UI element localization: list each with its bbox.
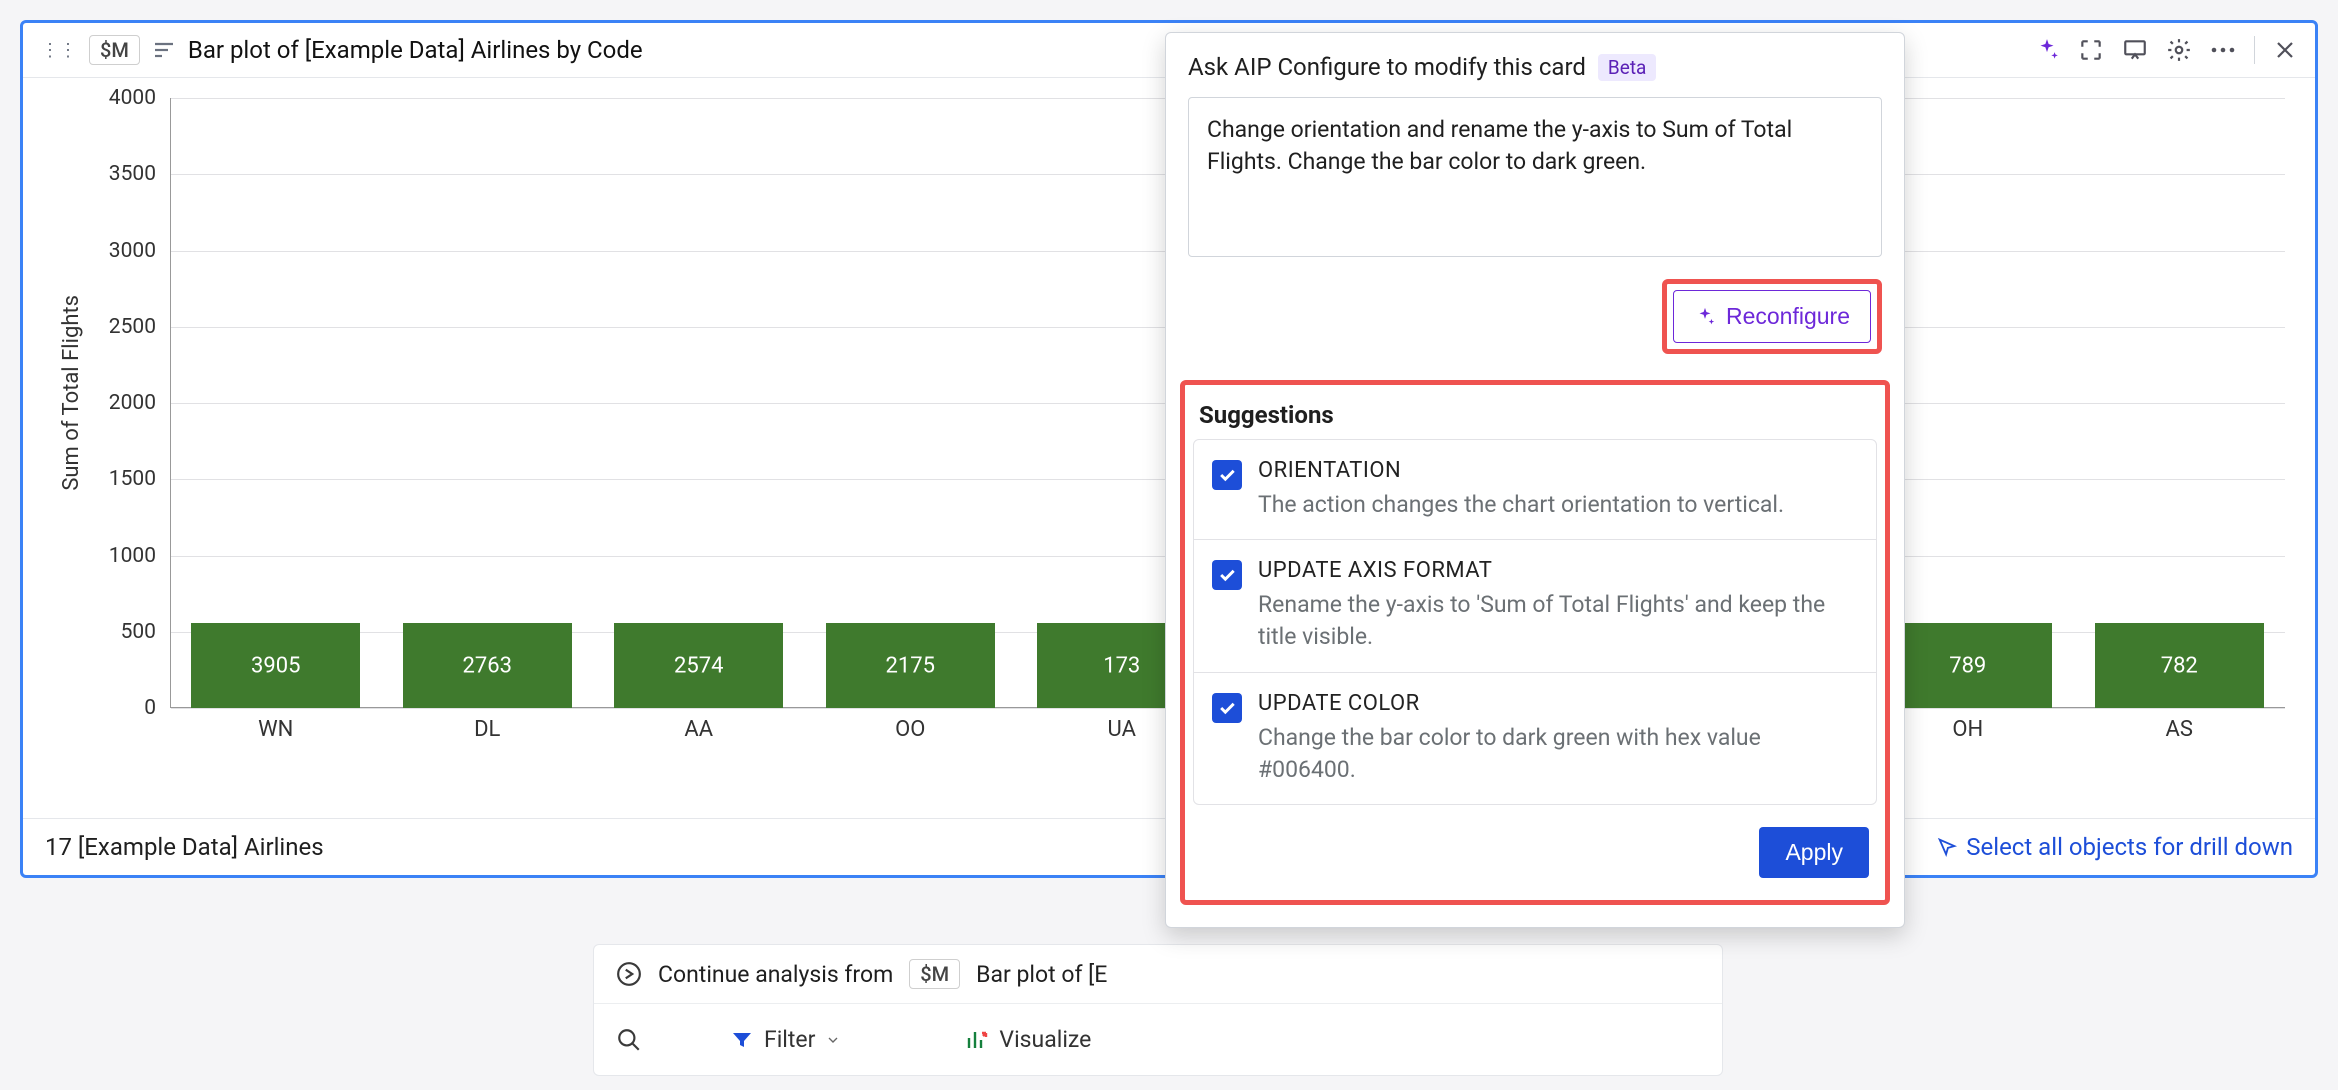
bar-slot: 2175OO (805, 623, 1017, 708)
y-tick: 500 (90, 620, 164, 644)
gear-icon[interactable] (2166, 37, 2192, 63)
y-tick: 1500 (90, 467, 164, 491)
reconfigure-button[interactable]: Reconfigure (1673, 290, 1871, 343)
bar-value-label: 782 (2161, 653, 2198, 678)
y-tick: 0 (90, 696, 164, 720)
x-tick: AA (593, 717, 805, 742)
x-tick: OO (805, 717, 1017, 742)
prompt-input[interactable]: Change orientation and rename the y-axis… (1188, 97, 1882, 257)
checkbox-icon[interactable] (1212, 460, 1242, 490)
y-axis-label: Sum of Total Flights (53, 295, 90, 491)
bar-value-label: 2574 (674, 653, 723, 678)
cursor-icon (1936, 836, 1958, 858)
y-tick: 2500 (90, 315, 164, 339)
bar[interactable]: 782 (2095, 623, 2264, 708)
continue-arrow-icon (616, 961, 642, 987)
checkbox-icon[interactable] (1212, 693, 1242, 723)
bar[interactable]: 2763 (403, 623, 572, 708)
bar-slot: 2763DL (382, 623, 594, 708)
y-tick: 4000 (90, 86, 164, 110)
bar-value-label: 3905 (251, 653, 300, 678)
visualize-button[interactable]: Visualize (949, 1018, 1107, 1061)
filter-button[interactable]: Filter (714, 1018, 857, 1061)
suggestion-item[interactable]: UPDATE AXIS FORMAT Rename the y-axis to … (1194, 540, 1876, 672)
y-tick: 3000 (90, 239, 164, 263)
select-all-text: Select all objects for drill down (1966, 833, 2293, 861)
ai-sparkle-icon[interactable] (2034, 37, 2060, 63)
drag-handle-icon[interactable]: ⋮⋮ (41, 40, 77, 61)
aip-configure-popover: Ask AIP Configure to modify this card Be… (1165, 32, 1905, 928)
currency-pill[interactable]: $M (89, 35, 140, 65)
bar-slot: 782AS (2074, 623, 2286, 708)
suggestion-item[interactable]: UPDATE COLOR Change the bar color to dar… (1194, 673, 1876, 804)
analysis-pill[interactable]: $M (909, 959, 960, 989)
select-all-link[interactable]: Select all objects for drill down (1936, 833, 2293, 861)
divider (2254, 36, 2255, 64)
sort-bars-icon[interactable] (152, 38, 176, 62)
suggestions-panel: Suggestions ORIENTATION The action chang… (1180, 380, 1890, 905)
visualize-label: Visualize (999, 1026, 1091, 1053)
bar-value-label: 2175 (886, 653, 935, 678)
chart-up-icon (965, 1028, 989, 1052)
present-icon[interactable] (2122, 37, 2148, 63)
bar[interactable]: 789 (1883, 623, 2052, 708)
x-tick: AS (2074, 717, 2286, 742)
y-tick: 2000 (90, 391, 164, 415)
header-actions (2034, 36, 2297, 64)
sparkle-icon (1694, 306, 1716, 328)
apply-button[interactable]: Apply (1759, 827, 1869, 878)
bar-value-label: 2763 (463, 653, 512, 678)
bar[interactable]: 2175 (826, 623, 995, 708)
suggestions-title: Suggestions (1193, 393, 1877, 439)
y-tick: 3500 (90, 162, 164, 186)
continue-label: Continue analysis from (658, 961, 893, 988)
suggestion-title: ORIENTATION (1258, 458, 1784, 483)
bar[interactable]: 2574 (614, 623, 783, 708)
bar-value-label: 789 (1949, 653, 1986, 678)
bar-value-label: 173 (1103, 653, 1140, 678)
x-tick: WN (170, 717, 382, 742)
close-icon[interactable] (2273, 38, 2297, 62)
popover-header: Ask AIP Configure to modify this card Be… (1166, 33, 1904, 97)
search-icon[interactable] (616, 1027, 642, 1053)
analysis-ref: Bar plot of [E (976, 961, 1107, 988)
card-title: Bar plot of [Example Data] Airlines by C… (188, 36, 643, 64)
y-tick: 1000 (90, 544, 164, 568)
suggestion-item[interactable]: ORIENTATION The action changes the chart… (1194, 440, 1876, 540)
expand-icon[interactable] (2078, 37, 2104, 63)
bar-slot: 3905WN (170, 623, 382, 708)
popover-title: Ask AIP Configure to modify this card (1188, 53, 1586, 81)
filter-icon (730, 1028, 754, 1052)
footer-count: 17 [Example Data] Airlines (45, 833, 324, 861)
suggestion-desc: The action changes the chart orientation… (1258, 489, 1784, 521)
analysis-bar: Continue analysis from $M Bar plot of [E… (593, 944, 1723, 1076)
checkbox-icon[interactable] (1212, 560, 1242, 590)
suggestion-desc: Change the bar color to dark green with … (1258, 722, 1858, 786)
suggestion-desc: Rename the y-axis to 'Sum of Total Fligh… (1258, 589, 1858, 653)
beta-badge: Beta (1598, 54, 1656, 81)
bar[interactable]: 3905 (191, 623, 360, 708)
x-tick: DL (382, 717, 594, 742)
suggestion-title: UPDATE AXIS FORMAT (1258, 558, 1858, 583)
suggestion-title: UPDATE COLOR (1258, 691, 1858, 716)
filter-label: Filter (764, 1026, 815, 1053)
reconfigure-label: Reconfigure (1726, 303, 1850, 330)
more-icon[interactable] (2210, 46, 2236, 54)
chevron-down-icon (825, 1032, 841, 1048)
bar-slot: 2574AA (593, 623, 805, 708)
